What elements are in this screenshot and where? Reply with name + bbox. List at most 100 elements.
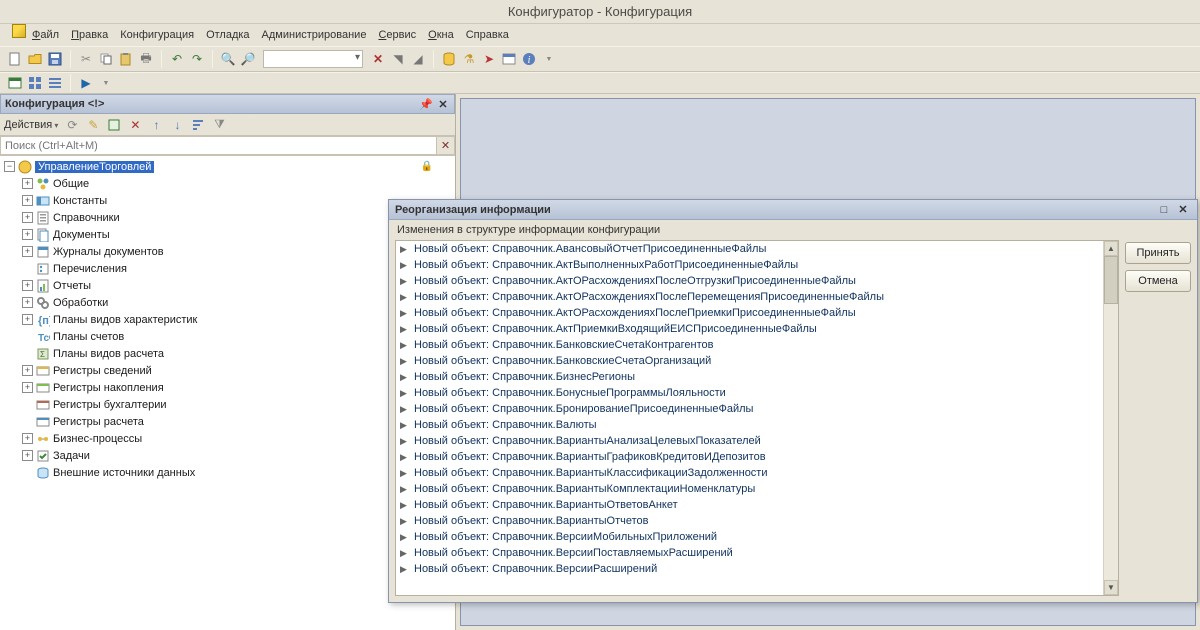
tree-root[interactable]: − УправлениеТорговлей 🔒 — [0, 158, 455, 175]
tree-item[interactable]: +Отчеты — [0, 277, 455, 294]
scroll-down-icon[interactable]: ▼ — [1104, 580, 1118, 595]
tree-item[interactable]: +Регистры накопления — [0, 379, 455, 396]
print-icon[interactable]: 🖶 — [137, 50, 155, 68]
change-row[interactable]: ▶Новый объект: Справочник.АктОРасхождени… — [396, 273, 1102, 289]
scroll-thumb[interactable] — [1104, 256, 1118, 304]
grid-icon[interactable] — [26, 74, 44, 92]
menu-windows[interactable]: Окна — [424, 27, 458, 43]
expander-icon[interactable]: + — [22, 382, 33, 393]
tree-item[interactable]: +Журналы документов — [0, 243, 455, 260]
run-dropdown-icon[interactable]: ▼ — [97, 74, 115, 92]
dialog-close-icon[interactable]: ✕ — [1175, 203, 1191, 216]
change-row[interactable]: ▶Новый объект: Справочник.ВариантыАнализ… — [396, 433, 1102, 449]
run-icon[interactable]: ▶ — [77, 74, 95, 92]
save-icon[interactable] — [46, 50, 64, 68]
accept-button[interactable]: Принять — [1125, 242, 1191, 264]
menu-edit[interactable]: Правка — [67, 27, 112, 43]
search-clear-icon[interactable]: ✕ — [437, 136, 455, 155]
tree-item[interactable]: ТсчПланы счетов — [0, 328, 455, 345]
search-down-icon[interactable]: ◢ — [409, 50, 427, 68]
tree-item[interactable]: +Бизнес-процессы — [0, 430, 455, 447]
moveup-icon[interactable]: ↑ — [147, 116, 165, 134]
change-row[interactable]: ▶Новый объект: Справочник.АктОРасхождени… — [396, 305, 1102, 321]
tree-item[interactable]: +{п}Планы видов характеристик — [0, 311, 455, 328]
tree-item[interactable]: ΣПланы видов расчета — [0, 345, 455, 362]
change-row[interactable]: ▶Новый объект: Справочник.АктОРасхождени… — [396, 289, 1102, 305]
tree-item[interactable]: Внешние источники данных — [0, 464, 455, 481]
tree-item[interactable]: +Регистры сведений — [0, 362, 455, 379]
panel-pin-icon[interactable]: 📌 — [419, 98, 433, 111]
expander-icon[interactable]: + — [22, 365, 33, 376]
tree-item[interactable]: +Задачи — [0, 447, 455, 464]
menu-service[interactable]: Сервис — [374, 27, 420, 43]
calendar-icon[interactable] — [500, 50, 518, 68]
change-row[interactable]: ▶Новый объект: Справочник.БронированиеПр… — [396, 401, 1102, 417]
search-input[interactable] — [0, 136, 437, 155]
zoom-icon[interactable]: 🔎 — [239, 50, 257, 68]
open-icon[interactable] — [26, 50, 44, 68]
change-row[interactable]: ▶Новый объект: Справочник.БанковскиеСчет… — [396, 337, 1102, 353]
change-row[interactable]: ▶Новый объект: Справочник.АвансовыйОтчет… — [396, 241, 1102, 257]
filter-icon[interactable]: ⧩ — [210, 116, 228, 134]
clear-search-icon[interactable]: ✕ — [369, 50, 387, 68]
change-row[interactable]: ▶Новый объект: Справочник.ВариантыОтвето… — [396, 497, 1102, 513]
change-row[interactable]: ▶Новый объект: Справочник.АктВыполненных… — [396, 257, 1102, 273]
tree-item[interactable]: +Обработки — [0, 294, 455, 311]
change-row[interactable]: ▶Новый объект: Справочник.АктПриемкиВход… — [396, 321, 1102, 337]
refresh-icon[interactable]: ⟳ — [63, 116, 81, 134]
menu-admin[interactable]: Администрирование — [258, 27, 371, 43]
undo-icon[interactable]: ↶ — [168, 50, 186, 68]
paste-icon[interactable] — [117, 50, 135, 68]
dialog-maximize-icon[interactable]: □ — [1156, 204, 1172, 216]
expander-icon[interactable]: + — [22, 450, 33, 461]
tree-item[interactable]: +Справочники — [0, 209, 455, 226]
expander-icon[interactable]: + — [22, 178, 33, 189]
search-field-dropdown[interactable] — [263, 50, 363, 68]
change-row[interactable]: ▶Новый объект: Справочник.ВариантыКласси… — [396, 465, 1102, 481]
list-icon[interactable] — [46, 74, 64, 92]
cut-icon[interactable]: ✂ — [77, 50, 95, 68]
expander-icon[interactable]: − — [4, 161, 15, 172]
change-row[interactable]: ▶Новый объект: Справочник.БанковскиеСчет… — [396, 353, 1102, 369]
change-row[interactable]: ▶Новый объект: Справочник.Валюты — [396, 417, 1102, 433]
menu-file[interactable]: Файл — [28, 27, 63, 43]
dialog-titlebar[interactable]: Реорганизация информации □ ✕ — [389, 200, 1197, 220]
tree-item[interactable]: Регистры расчета — [0, 413, 455, 430]
edit-icon[interactable]: ✎ — [84, 116, 102, 134]
change-row[interactable]: ▶Новый объект: Справочник.ВариантыКомпле… — [396, 481, 1102, 497]
copy-icon[interactable] — [97, 50, 115, 68]
menu-config[interactable]: Конфигурация — [116, 27, 198, 43]
change-row[interactable]: ▶Новый объект: Справочник.БонусныеПрогра… — [396, 385, 1102, 401]
expander-icon[interactable]: + — [22, 212, 33, 223]
expander-icon[interactable]: + — [22, 280, 33, 291]
compare-icon[interactable]: ⚗ — [460, 50, 478, 68]
dropdown-indicator-icon[interactable]: ▼ — [540, 50, 558, 68]
expander-icon[interactable]: + — [22, 314, 33, 325]
tree-item[interactable]: +Документы — [0, 226, 455, 243]
menu-debug[interactable]: Отладка — [202, 27, 253, 43]
change-row[interactable]: ▶Новый объект: Справочник.ВерсииПоставля… — [396, 545, 1102, 561]
change-row[interactable]: ▶Новый объект: Справочник.ВерсииМобильны… — [396, 529, 1102, 545]
change-row[interactable]: ▶Новый объект: Справочник.ВариантыОтчето… — [396, 513, 1102, 529]
tree-item[interactable]: Регистры бухгалтерии — [0, 396, 455, 413]
debug-icon[interactable]: ➤ — [480, 50, 498, 68]
redo-icon[interactable]: ↷ — [188, 50, 206, 68]
db-icon[interactable] — [440, 50, 458, 68]
actions-menu[interactable]: Действия — [4, 119, 58, 131]
cancel-button[interactable]: Отмена — [1125, 270, 1191, 292]
expander-icon[interactable]: + — [22, 195, 33, 206]
config-tree[interactable]: − УправлениеТорговлей 🔒 +Общие+Константы… — [0, 156, 455, 630]
change-row[interactable]: ▶Новый объект: Справочник.ВерсииРасширен… — [396, 561, 1102, 577]
tree-item[interactable]: +Общие — [0, 175, 455, 192]
change-row[interactable]: ▶Новый объект: Справочник.БизнесРегионы — [396, 369, 1102, 385]
delete-icon[interactable]: ✕ — [126, 116, 144, 134]
change-row[interactable]: ▶Новый объект: Справочник.ВариантыГрафик… — [396, 449, 1102, 465]
expander-icon[interactable]: + — [22, 229, 33, 240]
scrollbar[interactable]: ▲ ▼ — [1103, 241, 1118, 595]
expander-icon[interactable]: + — [22, 433, 33, 444]
help-icon[interactable]: i — [520, 50, 538, 68]
expander-icon[interactable]: + — [22, 246, 33, 257]
movedown-icon[interactable]: ↓ — [168, 116, 186, 134]
panel-close-icon[interactable]: ✕ — [436, 98, 450, 111]
window-icon[interactable] — [6, 74, 24, 92]
